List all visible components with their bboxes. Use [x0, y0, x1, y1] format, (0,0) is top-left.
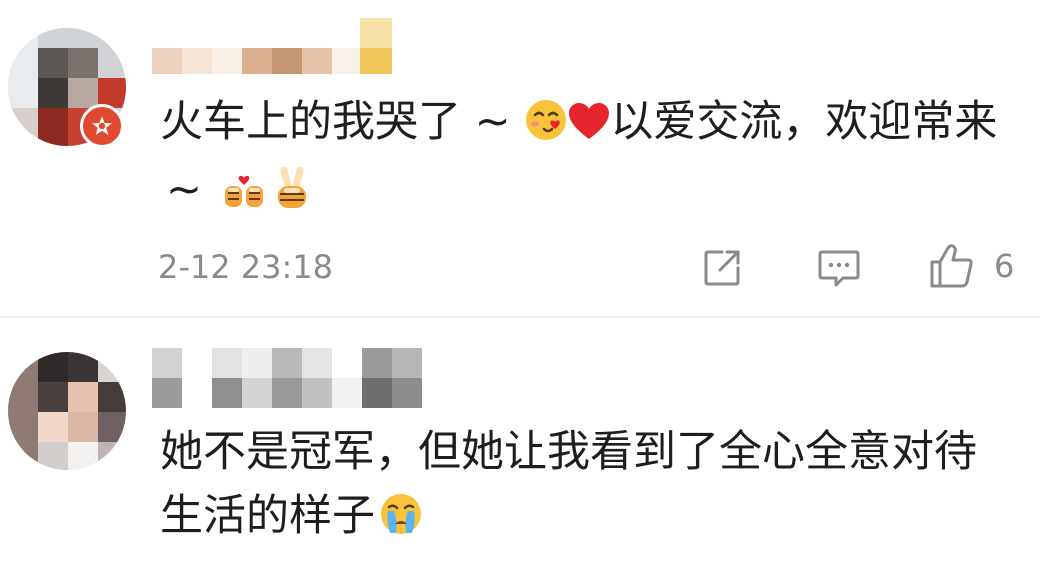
thumbs-up-icon — [930, 244, 973, 288]
verified-badge-icon — [80, 104, 124, 148]
face-blowing-kiss-emoji — [524, 98, 568, 154]
comment-text-line2: ~ — [160, 164, 314, 222]
comment-text-part: ~ — [166, 165, 203, 215]
red-heart-emoji — [568, 102, 610, 154]
comment-2: 她不是冠军，但她让我看到了全心全意对待 生活的样子 — [0, 318, 1040, 567]
share-icon — [704, 250, 740, 286]
comment-text-part: 生活的样子 — [160, 491, 375, 541]
comment-text-part: 火车上的我哭了 ~ — [160, 97, 511, 147]
avatar[interactable] — [8, 352, 126, 470]
share-button[interactable] — [700, 246, 744, 290]
comment-1: 火车上的我哭了 ~ 以爱交流，欢迎常来 ~ 2-12 23:18 6 — [0, 0, 1040, 316]
tiger-heart-hands-emoji — [222, 166, 266, 222]
comment-text-line2: 生活的样子 — [160, 490, 423, 548]
comment-text: 火车上的我哭了 ~ 以爱交流，欢迎常来 — [160, 96, 997, 154]
comment-text-part: 以爱交流，欢迎常来 — [610, 97, 998, 147]
tiger-victory-hand-emoji — [270, 166, 314, 222]
comment-icon — [818, 250, 860, 287]
reply-button[interactable] — [816, 246, 862, 290]
like-count: 6 — [994, 247, 1015, 285]
comment-text-part: 她不是冠军，但她让我看到了全心全意对待 — [160, 427, 977, 477]
username-blurred[interactable] — [152, 18, 392, 74]
username-blurred[interactable] — [152, 348, 422, 408]
comment-timestamp: 2-12 23:18 — [158, 248, 334, 286]
comment-text: 她不是冠军，但她让我看到了全心全意对待 — [160, 426, 977, 478]
crying-face-emoji — [379, 492, 423, 548]
like-button[interactable]: 6 — [928, 242, 1014, 290]
